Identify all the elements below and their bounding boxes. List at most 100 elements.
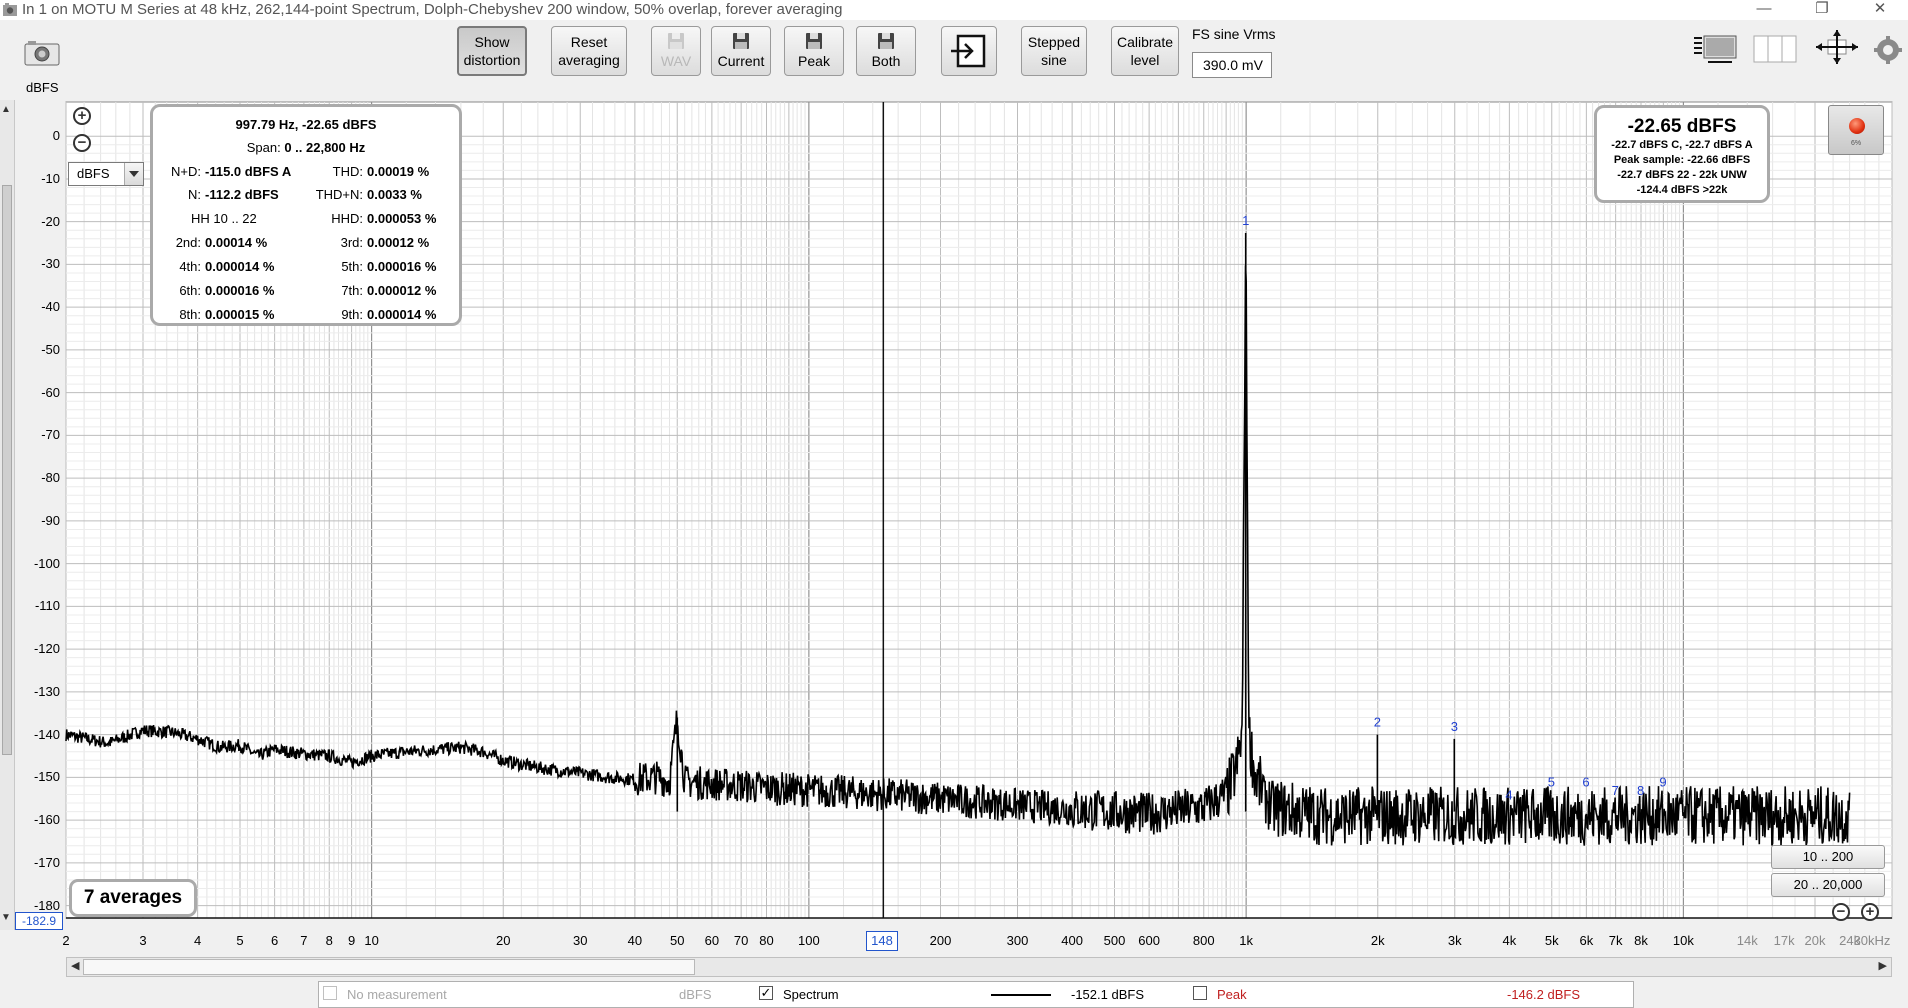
level-line-4: -124.4 dBFS >22k <box>1636 184 1728 196</box>
y-tick-label: -100 <box>33 555 60 571</box>
gear-icon[interactable] <box>1872 28 1904 68</box>
vertical-scroll-thumb[interactable] <box>2 185 12 755</box>
calibrate-level-button[interactable]: Calibrate level <box>1111 26 1179 76</box>
range-10-200-button[interactable]: 10 .. 200 <box>1771 845 1885 869</box>
y-tick-label: -140 <box>33 726 60 742</box>
view-layout-icon[interactable] <box>1692 28 1742 68</box>
zoom-out-x-icon[interactable]: − <box>1832 903 1850 921</box>
show-distortion-label-1: Show <box>474 34 510 50</box>
y-tick-label: -50 <box>41 341 60 357</box>
harmonic-marker-4: 4 <box>1505 787 1512 802</box>
panels-icon[interactable] <box>1752 28 1798 68</box>
close-button[interactable]: ✕ <box>1852 0 1908 20</box>
spectrum-value: -152.1 dBFS <box>1071 987 1144 1002</box>
x-tick-label: 17k <box>1773 933 1795 948</box>
x-tick-label: 2 <box>62 933 70 948</box>
move-arrows-icon[interactable] <box>1814 28 1860 68</box>
wav-button[interactable]: WAV <box>651 26 701 76</box>
x-tick-label: 6 <box>270 933 279 948</box>
title-bar: In 1 on MOTU M Series at 48 kHz, 262,144… <box>0 0 1908 21</box>
level-line-1: -22.7 dBFS C, -22.7 dBFS A <box>1611 139 1753 151</box>
level-main: -22.65 dBFS <box>1627 116 1737 137</box>
info-value: 0.000014 % <box>205 259 275 274</box>
scroll-right-icon[interactable]: ▶ <box>1879 959 1887 972</box>
cursor-frequency-label[interactable]: 148 <box>866 931 898 951</box>
y-tick-label: -170 <box>33 854 60 870</box>
x-tick-label: 400 <box>1061 933 1083 948</box>
restore-button[interactable]: ❐ <box>1794 0 1850 20</box>
x-tick-label: 14k <box>1736 933 1758 948</box>
camera-icon[interactable] <box>24 40 60 66</box>
info-value: 0.00014 % <box>205 235 268 250</box>
info-label: THD+N: <box>315 187 363 202</box>
info-label: 7th: <box>341 283 363 298</box>
x-tick-label: 10k <box>1672 933 1694 948</box>
x-tick-label: 300 <box>1006 933 1029 948</box>
info-label: 4th: <box>179 259 201 274</box>
x-tick-label: 3 <box>139 933 147 948</box>
unit-select[interactable]: dBFS <box>68 162 144 186</box>
y-tick-label: 0 <box>52 128 60 144</box>
save-both-button[interactable]: Both <box>856 26 916 76</box>
x-tick-label: 20 <box>496 933 511 948</box>
info-row: N: -112.2 dBFS THD+N: 0.0033 % <box>153 187 459 207</box>
scroll-left-icon[interactable]: ◀ <box>71 959 79 972</box>
zoom-out-y-icon[interactable]: − <box>73 134 91 152</box>
scroll-up-icon[interactable]: ▲ <box>1 104 11 115</box>
current-label: Current <box>717 52 765 69</box>
x-tick-label: 4 <box>194 933 202 948</box>
spectrum-line-swatch <box>991 994 1051 996</box>
info-row: 6th: 0.000016 % 7th: 0.000012 % <box>153 283 459 303</box>
save-current-button[interactable]: Current <box>711 26 771 76</box>
legend-bar: No measurement dBFS ✓ Spectrum -152.1 dB… <box>318 981 1634 1008</box>
y-tick-label: -90 <box>41 512 60 528</box>
scroll-down-icon[interactable]: ▼ <box>1 912 11 923</box>
window-title: In 1 on MOTU M Series at 48 kHz, 262,144… <box>22 1 843 18</box>
zoom-in-x-icon[interactable]: + <box>1861 903 1879 921</box>
x-tick-label: 600 <box>1138 933 1160 948</box>
info-value: 0.00019 % <box>367 164 430 179</box>
calibrate-level-label-1: Calibrate <box>1116 34 1174 50</box>
save-peak-button[interactable]: Peak <box>784 26 844 76</box>
x-tick-label: 5 <box>236 933 244 948</box>
record-button[interactable]: 6% <box>1828 105 1884 155</box>
info-label: 9th: <box>341 307 363 322</box>
import-button[interactable] <box>941 26 997 76</box>
span-row: Span: 0 .. 22,800 Hz <box>153 140 459 160</box>
averages-counter: 7 averages <box>69 879 197 917</box>
calibrate-level-label-2: level <box>1130 52 1160 68</box>
peak-checkbox[interactable] <box>1193 986 1207 1000</box>
no-measurement-checkbox[interactable] <box>323 986 337 1000</box>
x-tick-label: 1k <box>1239 933 1253 948</box>
info-label: 5th: <box>341 259 363 274</box>
range-20-20000-button[interactable]: 20 .. 20,000 <box>1771 873 1885 897</box>
stepped-sine-label-1: Stepped <box>1027 34 1081 50</box>
show-distortion-button[interactable]: Show distortion <box>457 26 527 76</box>
x-tick-label: 4k <box>1502 933 1517 948</box>
level-line-3: -22.7 dBFS 22 - 22k UNW <box>1617 169 1747 181</box>
minimize-button[interactable]: — <box>1736 0 1792 20</box>
y-tick-label: -150 <box>33 769 60 785</box>
peak-value: -146.2 dBFS <box>1507 987 1580 1002</box>
y-tick-label: -70 <box>41 427 60 443</box>
info-value: 0.000016 % <box>205 283 275 298</box>
x-tick-label: 800 <box>1192 933 1215 948</box>
info-value: -115.0 dBFS A <box>205 164 292 179</box>
zoom-in-y-icon[interactable]: + <box>73 107 91 125</box>
horizontal-scrollbar[interactable]: ◀ ▶ <box>66 957 1892 977</box>
x-tick-label: 60 <box>704 933 720 948</box>
no-measurement-label: No measurement <box>347 987 447 1002</box>
y-tick-label: -20 <box>41 213 60 229</box>
fs-sine-input[interactable]: 390.0 mV <box>1192 52 1272 78</box>
chevron-down-icon[interactable] <box>124 163 143 185</box>
spectrum-checkbox[interactable]: ✓ <box>759 986 773 1000</box>
reset-averaging-button[interactable]: Reset averaging <box>551 26 627 76</box>
harmonic-marker-9: 9 <box>1659 774 1666 789</box>
horizontal-scroll-thumb[interactable] <box>83 959 695 975</box>
y-tick-label: -130 <box>33 683 60 699</box>
x-tick-label: 200 <box>929 933 952 948</box>
x-tick-label: 70 <box>733 933 749 948</box>
stepped-sine-button[interactable]: Stepped sine <box>1021 26 1087 76</box>
harmonic-marker-3: 3 <box>1451 719 1458 734</box>
vertical-scrollbar[interactable]: ▲ ▼ <box>0 100 15 930</box>
